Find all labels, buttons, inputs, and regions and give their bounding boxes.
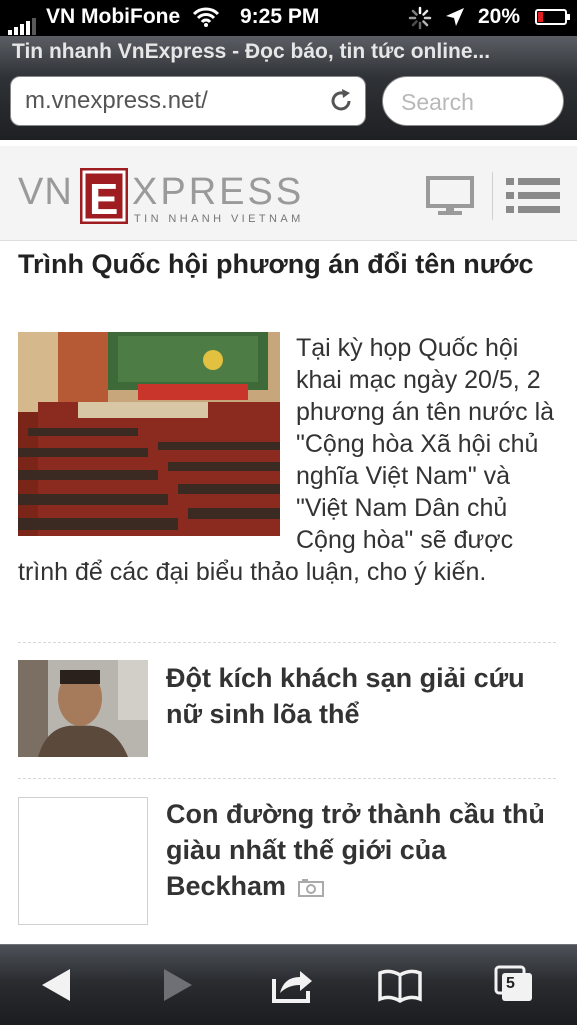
browser-chrome: Tin nhanh VnExpress - Đọc báo, tin tức o… — [0, 36, 577, 140]
site-header: VN E XPRESS TIN NHANH VIETNAM — [0, 146, 577, 241]
reload-icon[interactable] — [327, 87, 355, 115]
svg-text:XPRESS: XPRESS — [132, 171, 304, 213]
status-bar: VN MobiFone 9:25 PM 20% — [0, 0, 577, 36]
activity-spinner-icon — [408, 6, 432, 30]
vnexpress-logo[interactable]: VN E XPRESS TIN NHANH VIETNAM — [18, 166, 318, 226]
address-bar[interactable]: m.vnexpress.net/ — [10, 76, 366, 126]
photo-gallery-icon — [297, 878, 324, 897]
carrier-name: VN MobiFone — [46, 5, 181, 28]
menu-icon[interactable] — [506, 176, 560, 216]
signal-strength-icon — [8, 11, 38, 35]
svg-text:VN: VN — [18, 171, 73, 213]
article-title-container[interactable]: Con đường trở thành cầu thủ giàu nhất th… — [166, 796, 558, 904]
forward-button[interactable] — [152, 963, 200, 1007]
location-arrow-icon — [446, 8, 464, 26]
article-separator — [18, 778, 556, 779]
browser-toolbar: 5 — [0, 944, 577, 1025]
tabs-button[interactable]: 5 — [492, 963, 540, 1007]
share-button[interactable] — [268, 963, 316, 1007]
header-divider — [492, 172, 493, 220]
article-thumbnail[interactable] — [18, 660, 148, 757]
article-title[interactable]: Con đường trở thành cầu thủ giàu nhất th… — [166, 799, 545, 901]
wifi-icon — [192, 7, 220, 27]
back-button[interactable] — [34, 963, 82, 1007]
article-title[interactable]: Đột kích khách sạn giải cứu nữ sinh lõa … — [166, 660, 558, 732]
svg-text:E: E — [89, 175, 118, 224]
tab-count: 5 — [506, 975, 515, 992]
main-article-summary: Tại kỳ họp Quốc hội khai mạc ngày 20/5, … — [18, 332, 562, 588]
page-title: Tin nhanh VnExpress - Đọc báo, tin tức o… — [12, 40, 491, 63]
url-text: m.vnexpress.net/ — [25, 87, 208, 114]
article-thumbnail-placeholder[interactable] — [18, 797, 148, 925]
bookmarks-button[interactable] — [376, 963, 424, 1007]
battery-icon — [535, 9, 570, 25]
clock: 9:25 PM — [240, 5, 320, 28]
battery-percent: 20% — [478, 5, 521, 28]
article-separator — [18, 642, 556, 643]
search-input[interactable]: Search — [382, 76, 564, 126]
tabs-icon — [494, 965, 532, 1001]
desktop-view-icon[interactable] — [426, 176, 474, 216]
main-article-title[interactable]: Trình Quốc hội phương án đổi tên nước — [18, 246, 558, 282]
search-placeholder: Search — [401, 89, 474, 115]
svg-text:TIN NHANH VIETNAM: TIN NHANH VIETNAM — [134, 213, 304, 225]
